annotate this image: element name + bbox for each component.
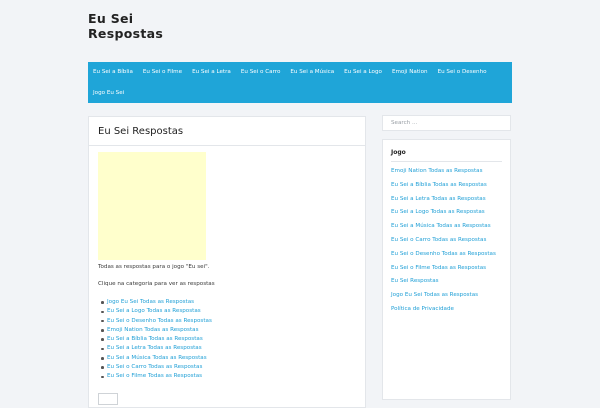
list-item: Eu Sei a Bíblia Todas as Respostas bbox=[101, 335, 212, 344]
list-item: Jogo Eu Sei Todas as Respostas bbox=[391, 289, 496, 303]
nav-item-carro[interactable]: Eu Sei o Carro bbox=[236, 62, 286, 83]
sidebar-link[interactable]: Eu Sei a Letra Todas as Respostas bbox=[391, 196, 486, 202]
list-item: Emoji Nation Todas as Respostas bbox=[391, 165, 496, 179]
category-link[interactable]: Emoji Nation Todas as Respostas bbox=[107, 327, 199, 333]
nav-item-logo[interactable]: Eu Sei a Logo bbox=[339, 62, 387, 83]
nav-item-musica[interactable]: Eu Sei a Música bbox=[285, 62, 339, 83]
category-link[interactable]: Eu Sei o Filme Todas as Respostas bbox=[107, 373, 202, 379]
list-item: Eu Sei o Carro Todas as Respostas bbox=[101, 363, 212, 372]
search-input[interactable]: Search ... bbox=[382, 115, 511, 131]
sidebar-link[interactable]: Eu Sei o Carro Todas as Respostas bbox=[391, 237, 486, 243]
sidebar-widget-jogo: Jogo Emoji Nation Todas as Respostas Eu … bbox=[382, 139, 511, 400]
comment-box-edge bbox=[98, 393, 118, 405]
category-list: Jogo Eu Sei Todas as Respostas Eu Sei a … bbox=[101, 298, 212, 382]
list-item: Eu Sei Respostas bbox=[391, 275, 496, 289]
sidebar-link[interactable]: Eu Sei a Logo Todas as Respostas bbox=[391, 209, 485, 215]
site-title-line2: Respostas bbox=[88, 26, 164, 41]
sidebar-link-list: Emoji Nation Todas as Respostas Eu Sei a… bbox=[391, 165, 496, 317]
category-link[interactable]: Jogo Eu Sei Todas as Respostas bbox=[107, 299, 194, 305]
list-item: Eu Sei o Desenho Todas as Respostas bbox=[101, 317, 212, 326]
list-item: Eu Sei a Letra Todas as Respostas bbox=[391, 193, 496, 207]
sidebar-link[interactable]: Jogo Eu Sei Todas as Respostas bbox=[391, 292, 478, 298]
category-link[interactable]: Eu Sei o Carro Todas as Respostas bbox=[107, 364, 202, 370]
nav-item-biblia[interactable]: Eu Sei a Bíblia bbox=[88, 62, 138, 83]
nav-row-1: Eu Sei a Bíblia Eu Sei o Filme Eu Sei a … bbox=[88, 62, 492, 83]
category-link[interactable]: Eu Sei a Música Todas as Respostas bbox=[107, 355, 207, 361]
list-item: Eu Sei o Filme Todas as Respostas bbox=[101, 372, 212, 381]
sidebar-link[interactable]: Emoji Nation Todas as Respostas bbox=[391, 168, 483, 174]
page-title: Eu Sei Respostas bbox=[98, 126, 184, 137]
list-item: Jogo Eu Sei Todas as Respostas bbox=[101, 298, 212, 307]
nav-item-desenho[interactable]: Eu Sei o Desenho bbox=[433, 62, 492, 83]
list-item: Eu Sei a Logo Todas as Respostas bbox=[391, 206, 496, 220]
nav-item-filme[interactable]: Eu Sei o Filme bbox=[138, 62, 187, 83]
instruction-text: Clique na categoria para ver as resposta… bbox=[98, 281, 215, 287]
list-item: Emoji Nation Todas as Respostas bbox=[101, 326, 212, 335]
list-item: Eu Sei o Desenho Todas as Respostas bbox=[391, 248, 496, 262]
sidebar-link[interactable]: Eu Sei a Bíblia Todas as Respostas bbox=[391, 182, 487, 188]
sidebar-link[interactable]: Eu Sei o Filme Todas as Respostas bbox=[391, 265, 486, 271]
widget-divider bbox=[391, 161, 502, 162]
intro-text: Todas as respostas para o jogo "Eu sei". bbox=[98, 264, 210, 270]
sidebar-link[interactable]: Eu Sei o Desenho Todas as Respostas bbox=[391, 251, 496, 257]
list-item: Política de Privacidade bbox=[391, 303, 496, 317]
nav-item-jogo-eu-sei[interactable]: Jogo Eu Sei bbox=[88, 83, 129, 104]
category-link[interactable]: Eu Sei o Desenho Todas as Respostas bbox=[107, 318, 212, 324]
main-content: Eu Sei Respostas Todas as respostas para… bbox=[88, 116, 366, 408]
category-link[interactable]: Eu Sei a Logo Todas as Respostas bbox=[107, 308, 201, 314]
sidebar-link[interactable]: Política de Privacidade bbox=[391, 306, 454, 312]
title-divider bbox=[89, 145, 365, 146]
main-navigation: Eu Sei a Bíblia Eu Sei o Filme Eu Sei a … bbox=[88, 62, 512, 103]
list-item: Eu Sei a Bíblia Todas as Respostas bbox=[391, 179, 496, 193]
site-title[interactable]: Eu Sei Respostas bbox=[88, 11, 208, 41]
nav-row-2: Jogo Eu Sei bbox=[88, 83, 129, 104]
list-item: Eu Sei o Carro Todas as Respostas bbox=[391, 234, 496, 248]
category-link[interactable]: Eu Sei a Letra Todas as Respostas bbox=[107, 345, 202, 351]
sidebar-link[interactable]: Eu Sei Respostas bbox=[391, 278, 439, 284]
list-item: Eu Sei a Música Todas as Respostas bbox=[391, 220, 496, 234]
site-title-line1: Eu Sei bbox=[88, 11, 134, 26]
list-item: Eu Sei a Logo Todas as Respostas bbox=[101, 307, 212, 316]
ad-placeholder bbox=[98, 152, 206, 260]
list-item: Eu Sei o Filme Todas as Respostas bbox=[391, 262, 496, 276]
list-item: Eu Sei a Letra Todas as Respostas bbox=[101, 344, 212, 353]
widget-title: Jogo bbox=[391, 149, 406, 156]
category-link[interactable]: Eu Sei a Bíblia Todas as Respostas bbox=[107, 336, 203, 342]
list-item: Eu Sei a Música Todas as Respostas bbox=[101, 354, 212, 363]
nav-item-letra[interactable]: Eu Sei a Letra bbox=[187, 62, 236, 83]
nav-item-emoji-nation[interactable]: Emoji Nation bbox=[387, 62, 433, 83]
sidebar-link[interactable]: Eu Sei a Música Todas as Respostas bbox=[391, 223, 491, 229]
